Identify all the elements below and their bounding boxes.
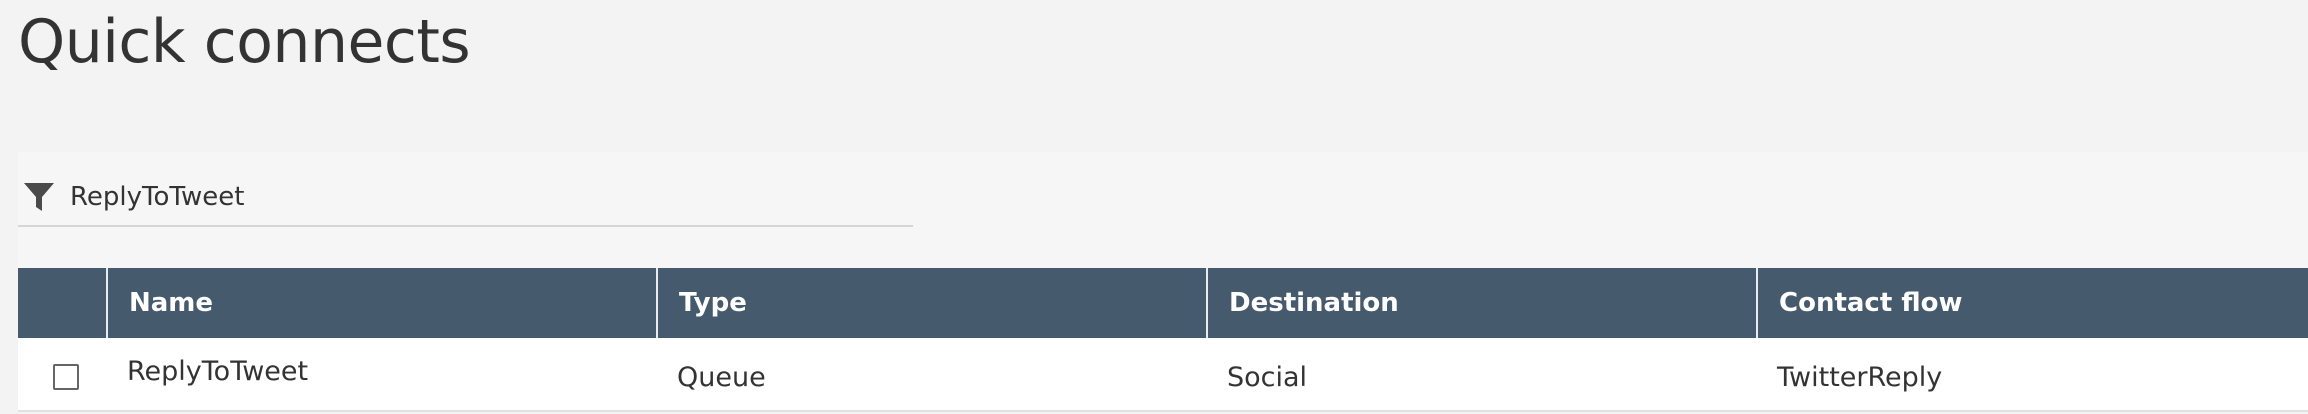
- row-select-cell: [18, 338, 106, 410]
- filter-icon: [20, 178, 58, 216]
- filter-bar: [18, 168, 913, 227]
- cell-type: Queue: [677, 361, 766, 393]
- quick-connects-page: Quick connects Name Type Destination Con…: [0, 0, 2308, 414]
- select-column-header: [18, 268, 106, 338]
- quick-connects-table: Name Type Destination Contact flow Reply…: [18, 268, 2308, 412]
- table-header: Name Type Destination Contact flow: [18, 268, 2308, 338]
- filter-panel: [18, 152, 2308, 268]
- cell-contact-flow: TwitterReply: [1777, 361, 1943, 393]
- row-checkbox[interactable]: [53, 364, 79, 390]
- column-header-contact-flow[interactable]: Contact flow: [1756, 268, 2308, 338]
- column-header-type[interactable]: Type: [656, 268, 1206, 338]
- table-row[interactable]: ReplyToTweet Queue Social TwitterReply: [18, 338, 2308, 412]
- page-title: Quick connects: [18, 7, 471, 77]
- column-header-destination[interactable]: Destination: [1206, 268, 1756, 338]
- cell-name: ReplyToTweet: [127, 355, 309, 387]
- filter-input[interactable]: [68, 171, 892, 222]
- cell-destination: Social: [1227, 361, 1308, 393]
- column-header-name[interactable]: Name: [106, 268, 656, 338]
